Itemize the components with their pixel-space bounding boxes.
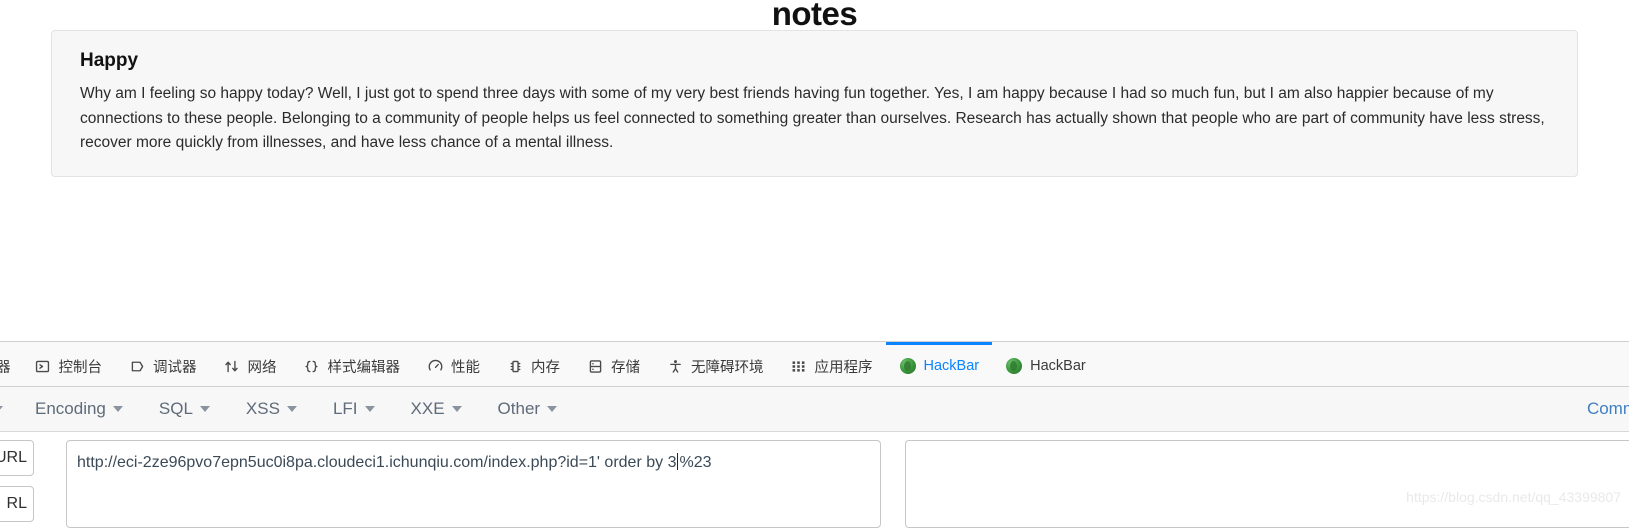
hackbar-menu-xss[interactable]: XSS: [228, 399, 315, 419]
devtools-tab-label: 应用程序: [814, 359, 873, 376]
chevron-down-icon: [199, 406, 210, 412]
split-url-button[interactable]: RL: [0, 486, 34, 522]
devtools-tab-label: 无障碍环境: [691, 359, 764, 376]
network-icon: [223, 357, 241, 375]
hackbar-menu-label: XXE: [410, 399, 445, 418]
note-body: Why am I feeling so happy today? Well, I…: [80, 85, 1545, 151]
devtools-tab-label: 样式编辑器: [327, 359, 401, 376]
devtools-tab-2[interactable]: 调试器: [115, 342, 210, 386]
devtools-tab-label: 器: [0, 356, 11, 377]
devtools-tab-label: 内存: [531, 359, 560, 376]
devtools-tab-9[interactable]: 应用程序: [777, 342, 886, 386]
chevron-down-icon: [451, 406, 462, 412]
devtools-tab-label: 存储: [611, 359, 640, 376]
chevron-down-icon: [286, 406, 297, 412]
devtools-tab-5[interactable]: 性能: [413, 342, 493, 386]
note-heading: Happy: [80, 50, 139, 71]
hackbar-menu-other[interactable]: Other: [480, 399, 576, 419]
devtools-tab-11[interactable]: HackBar: [992, 342, 1099, 386]
hackbar-bug-icon: [899, 358, 916, 374]
hackbar-url-input[interactable]: http://eci-2ze96pvo7epn5uc0i8pa.cloudeci…: [66, 440, 881, 528]
browser-window: notes Happy Why am I feeling so happy to…: [0, 0, 1629, 531]
hackbar-menu-bar: Encoding SQL XSS LFI XXE Other Comm: [0, 387, 1629, 432]
devtools-tab-label: 控制台: [58, 359, 103, 376]
hackbar-community-link[interactable]: Comm: [1587, 399, 1629, 419]
hackbar-body: URL RL http://eci-2ze96pvo7epn5uc0i8pa.c…: [0, 432, 1629, 531]
load-url-button[interactable]: URL: [0, 440, 34, 476]
devtools-tab-label: HackBar: [923, 358, 980, 374]
devtools-tab-label: HackBar: [1030, 358, 1086, 374]
chevron-down-icon: [112, 406, 123, 412]
hackbar-menu-xxe[interactable]: XXE: [393, 399, 480, 419]
hackbar-menu-label: LFI: [332, 399, 358, 418]
storage-icon: [586, 357, 604, 375]
hackbar-menu-label: XSS: [245, 399, 280, 418]
console-icon: [34, 357, 52, 375]
note-card: Happy Why am I feeling so happy today? W…: [51, 30, 1578, 177]
hackbar-bug-icon: [1006, 358, 1023, 374]
devtools-tab-label: 调试器: [153, 359, 197, 376]
devtools-tab-label: 网络: [247, 359, 277, 376]
devtools-tab-4[interactable]: 样式编辑器: [290, 342, 414, 386]
page-content-area: notes Happy Why am I feeling so happy to…: [0, 0, 1629, 341]
devtools-tab-bar: 器 控制台 调试器 网络 样式编辑器 性能 内存 存储 无障碍环境 应用程序 HackBar Hack…: [0, 342, 1629, 387]
debugger-icon: [128, 357, 146, 375]
hackbar-bug-icon: [899, 357, 917, 375]
hackbar-menu-sql[interactable]: SQL: [141, 399, 228, 419]
devtools-tab-1[interactable]: 控制台: [21, 342, 116, 386]
hackbar-bug-icon: [1005, 357, 1023, 375]
devtools-tab-8[interactable]: 无障碍环境: [653, 342, 777, 386]
hackbar-menu-lfi[interactable]: LFI: [315, 399, 393, 419]
accessibility-icon: [666, 357, 684, 375]
hackbar-url-text-tail: %23: [679, 454, 712, 471]
chevron-down-icon: [364, 406, 375, 412]
hackbar-menu-label: Other: [497, 399, 541, 418]
chevron-down-icon: [0, 406, 3, 412]
application-icon: [790, 357, 808, 375]
hackbar-url-text: http://eci-2ze96pvo7epn5uc0i8pa.cloudeci…: [77, 454, 677, 471]
devtools-tab-6[interactable]: 内存: [493, 342, 573, 386]
page-title: notes: [771, 0, 858, 32]
devtools-tab-10[interactable]: HackBar: [885, 342, 993, 386]
devtools-panel: 器 控制台 调试器 网络 样式编辑器 性能 内存 存储 无障碍环境 应用程序 HackBar Hack…: [0, 341, 1629, 531]
style-editor-icon: [303, 357, 321, 375]
devtools-tab-label: 性能: [451, 359, 480, 376]
devtools-tab-0[interactable]: 器: [0, 342, 21, 386]
memory-icon: [506, 357, 524, 375]
hackbar-side-buttons: URL RL: [0, 440, 34, 531]
devtools-tab-7[interactable]: 存储: [573, 342, 653, 386]
hackbar-post-data-input[interactable]: [905, 440, 1629, 528]
chevron-down-icon: [547, 406, 558, 412]
hackbar-menu-encoding[interactable]: Encoding: [17, 399, 141, 419]
hackbar-menu-label: SQL: [158, 399, 193, 418]
devtools-tab-3[interactable]: 网络: [210, 342, 290, 386]
hackbar-menu-label: Encoding: [35, 399, 106, 418]
performance-icon: [426, 357, 444, 375]
hackbar-menu-cut[interactable]: [0, 406, 17, 412]
